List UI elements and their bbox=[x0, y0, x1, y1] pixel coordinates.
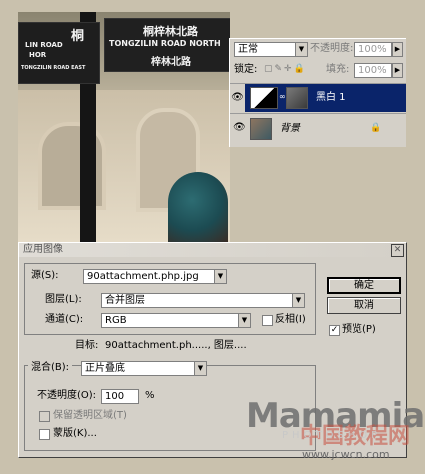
cancel-button[interactable]: 取消 bbox=[327, 297, 401, 314]
preserve-transparency-label: 保留透明区域(T) bbox=[53, 410, 127, 421]
layer-label: 图层(L): bbox=[45, 294, 82, 305]
target-label: 目标: bbox=[75, 340, 99, 351]
street-sign-right: 桐梓林北路 TONGZILIN ROAD NORTH 梓林北路 bbox=[104, 18, 230, 72]
channel-value: RGB bbox=[105, 315, 127, 326]
lock-icon: 🔒 bbox=[370, 123, 382, 133]
target-value: 90attachment.ph....., 图层.... bbox=[105, 340, 247, 351]
dialog-title: 应用图像 bbox=[23, 244, 63, 255]
dialog-titlebar[interactable]: 应用图像 ✕ bbox=[19, 243, 406, 257]
layer-thumbnail bbox=[250, 118, 272, 140]
eye-icon[interactable]: 👁 bbox=[230, 84, 245, 112]
mask-label: 蒙版(K)... bbox=[53, 428, 97, 439]
blend-mode-value: 正常 bbox=[238, 44, 258, 55]
opacity-label: 不透明度(O): bbox=[37, 390, 97, 401]
opacity-input[interactable]: 100 bbox=[101, 389, 139, 404]
link-chain-icon: ∞ bbox=[279, 92, 286, 101]
chevron-down-icon: ▼ bbox=[194, 362, 206, 375]
source-value: 90attachment.php.jpg bbox=[87, 271, 199, 282]
sign-right-line3: 梓林北路 bbox=[151, 57, 191, 68]
chevron-down-icon: ▼ bbox=[292, 294, 304, 307]
blend-mode-select[interactable]: 正常 ▼ bbox=[234, 42, 308, 57]
layer-mask-thumbnail bbox=[286, 87, 308, 109]
layer-name: 黑白 1 bbox=[316, 92, 346, 103]
sign-left-line: HOR bbox=[29, 51, 47, 59]
chevron-down-icon: ▼ bbox=[238, 314, 250, 327]
fill-input[interactable]: 100% bbox=[354, 63, 392, 78]
person-silhouette bbox=[168, 172, 228, 242]
layer-select[interactable]: 合并图层 ▼ bbox=[101, 293, 305, 308]
blending-label: 混合(B): bbox=[28, 361, 73, 374]
layer-name: 背景 bbox=[280, 123, 300, 134]
preview-checkbox[interactable]: ✓ bbox=[329, 325, 340, 336]
layer-row-background[interactable]: 👁 背景 🔒 bbox=[230, 113, 406, 144]
sign-left-line: TONGZILIN ROAD EAST bbox=[21, 65, 86, 71]
sign-right-line1: 桐梓林北路 bbox=[143, 25, 198, 38]
mask-checkbox[interactable] bbox=[39, 429, 50, 440]
background-photo: 桐 LIN ROAD HOR TONGZILIN ROAD EAST 桐梓林北路… bbox=[18, 12, 230, 242]
layers-panel: 正常 ▼ 不透明度: 100% ▶ 锁定: ▢✎✛🔒 填充: 100% ▶ 👁 … bbox=[229, 38, 406, 147]
fill-label: 填充: bbox=[326, 64, 350, 75]
blending-select[interactable]: 正片叠底 ▼ bbox=[81, 361, 207, 376]
opacity-value: 100 bbox=[105, 391, 125, 402]
chevron-down-icon: ▼ bbox=[214, 270, 226, 283]
ok-button[interactable]: 确定 bbox=[327, 277, 401, 294]
watermark-subtitle: PHOTOSHOP bbox=[282, 430, 382, 441]
preserve-transparency-checkbox[interactable] bbox=[39, 411, 50, 422]
street-sign-left: 桐 LIN ROAD HOR TONGZILIN ROAD EAST bbox=[18, 22, 100, 84]
close-icon[interactable]: ✕ bbox=[391, 244, 404, 257]
sign-right-line2: TONGZILIN ROAD NORTH bbox=[109, 39, 221, 48]
channel-label: 通道(C): bbox=[45, 314, 84, 325]
opacity-unit: % bbox=[145, 390, 155, 401]
source-select[interactable]: 90attachment.php.jpg ▼ bbox=[83, 269, 227, 284]
sign-left-char: 桐 bbox=[71, 29, 85, 44]
fill-value: 100% bbox=[358, 65, 387, 76]
opacity-value: 100% bbox=[358, 44, 387, 55]
invert-checkbox[interactable] bbox=[262, 315, 273, 326]
preview-label: 预览(P) bbox=[342, 324, 376, 335]
lock-label: 锁定: bbox=[234, 64, 258, 75]
eye-icon[interactable]: 👁 bbox=[233, 123, 246, 133]
opacity-arrow-button[interactable]: ▶ bbox=[392, 42, 403, 57]
fill-arrow-button[interactable]: ▶ bbox=[392, 63, 403, 78]
sign-left-line: LIN ROAD bbox=[25, 41, 63, 49]
layer-row-black-white[interactable]: 👁 ∞ 黑白 1 bbox=[230, 83, 406, 112]
channel-select[interactable]: RGB ▼ bbox=[101, 313, 251, 328]
lock-icons[interactable]: ▢✎✛🔒 bbox=[264, 63, 307, 76]
source-label: 源(S): bbox=[28, 269, 62, 282]
blending-value: 正片叠底 bbox=[85, 363, 125, 374]
watermark-url: www.jcwcn.com bbox=[302, 448, 390, 461]
opacity-input[interactable]: 100% bbox=[354, 42, 392, 57]
chevron-down-icon: ▼ bbox=[295, 43, 307, 56]
layer-value: 合并图层 bbox=[105, 295, 145, 306]
adjustment-layer-icon bbox=[250, 87, 278, 109]
opacity-label: 不透明度: bbox=[310, 43, 354, 54]
invert-label: 反相(I) bbox=[275, 314, 306, 325]
